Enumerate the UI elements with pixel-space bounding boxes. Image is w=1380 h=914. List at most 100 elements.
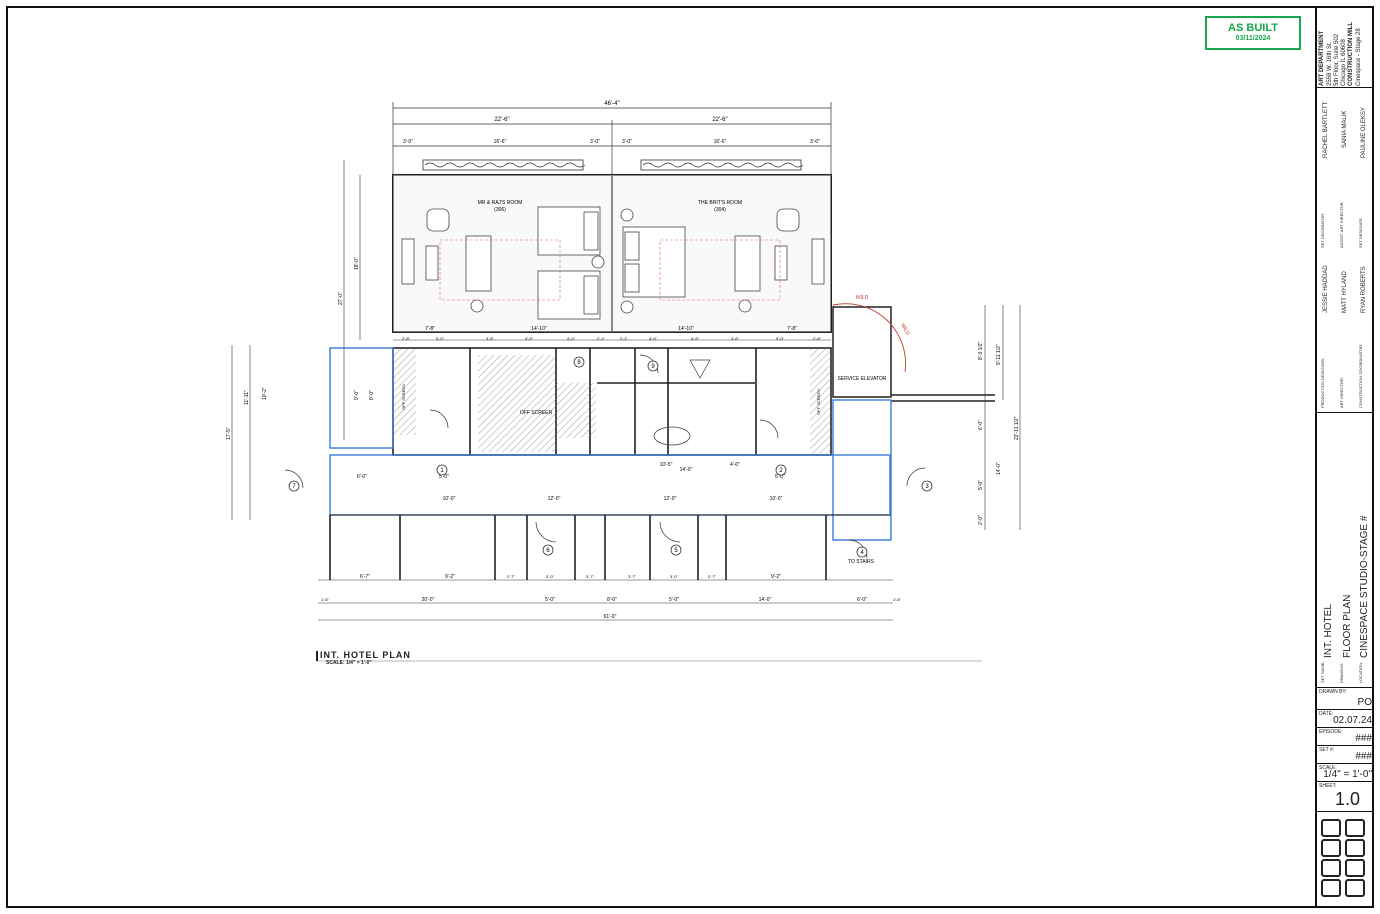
plan-title: INT. HOTEL PLAN: [320, 650, 411, 660]
plan-scale: SCALE: 1/4" = 1'-0": [326, 660, 372, 666]
tb-set-name-label: SET NAME:: [1320, 661, 1325, 684]
dim-left-e: 11'-11": [244, 390, 250, 405]
dim-left-d: 17'-5": [226, 427, 232, 440]
dim-right-a: 8'-3 1/2": [978, 341, 984, 360]
dim-mid-m: 4'-9": [691, 336, 700, 341]
tb-address-2: 5th Floor, Suite 502: [1334, 33, 1340, 86]
tb-drawing-label: DRAWING:: [1339, 662, 1344, 683]
tb-sheet-cell: SHEET: 1.0: [1317, 782, 1374, 812]
tb-drawn-by: PO: [1357, 697, 1372, 708]
dim-corr-i: 14'-0": [680, 467, 693, 473]
wild-label-side: WILD: [899, 323, 911, 337]
dim-corr-g: 6'-0": [357, 474, 367, 480]
dim-bot-k: 20'-0": [422, 597, 435, 603]
dim-bot-j: 1'-6": [321, 597, 330, 602]
room-right-number: (304): [714, 207, 726, 213]
dim-corr-j: 4'-0": [730, 462, 740, 468]
dim-bot-n: 5'-0": [669, 597, 679, 603]
dim-right-c: 22'-11 1/2": [1014, 416, 1020, 440]
wild-label-top: WILD: [856, 295, 869, 301]
dim-left-b: 18'-0": [354, 257, 360, 270]
off-screen-left: OFF SCREEN: [401, 384, 406, 410]
dim-overall-width: 46'-4": [604, 101, 619, 107]
off-screen-center: OFF SCREEN: [520, 410, 553, 416]
dim-mid-b: 14'-10": [531, 326, 547, 332]
tb-role-assist-art-director: ASSIST. ART DIRECTOR:: [1339, 201, 1344, 248]
tb-set-label: SET #:: [1319, 747, 1335, 753]
tb-drawn-by-label: DRAWN BY:: [1319, 689, 1347, 695]
dim-bot-c: 2'-7": [507, 574, 516, 579]
dim-mid-h: 4'-9": [525, 336, 534, 341]
dim-window-left-a: 3'-0": [403, 139, 413, 145]
dim-bot-e: 3'-7": [586, 574, 595, 579]
tb-drawn-by-cell: DRAWN BY: PO: [1317, 688, 1374, 710]
tb-drawing: FLOOR PLAN: [1342, 594, 1353, 658]
tb-sheet-label: SHEET:: [1319, 783, 1337, 789]
dim-window-left-b: 16'-6": [494, 139, 507, 145]
dim-right-e: 14'-0": [996, 462, 1002, 475]
tb-people-cell: SET DECORATOR: RACHEL BARTLETT ASSIST. A…: [1317, 88, 1374, 413]
tb-set: ###: [1355, 751, 1372, 762]
dim-mid-a: 7'-8": [425, 326, 435, 332]
tb-date-cell: DATE: 02.07.24: [1317, 710, 1374, 728]
room-left-number: (306): [494, 207, 506, 213]
dim-mid-n: 3'-6": [731, 336, 740, 341]
tb-address-1: 2558 W. 16th St.: [1327, 41, 1333, 86]
tb-role-art-director: ART DIRECTOR:: [1339, 377, 1344, 408]
tb-stage: Cinespace - Stage 28: [1356, 28, 1362, 86]
dim-corr-a: 10'-0": [443, 496, 456, 502]
dim-mid-f: 5'-0": [436, 336, 445, 341]
dim-mid-j: 2'-1": [597, 336, 606, 341]
dim-bot-l: 5'-0": [545, 597, 555, 603]
dim-right-room-width: 22'-6": [712, 117, 727, 123]
tb-sheet: 1.0: [1334, 789, 1360, 809]
dim-bot-total: 61'-0": [604, 614, 617, 620]
dim-bot-m: 8'-0": [607, 597, 617, 603]
title-block: ART DEPARTMENT 2558 W. 16th St. 5th Floo…: [1315, 8, 1374, 906]
tb-location-label: LOCATION:: [1358, 661, 1363, 683]
dim-corr-d: 10'-0": [770, 496, 783, 502]
tb-set-cell: SET #: ###: [1317, 746, 1374, 764]
tb-set-name: INT. HOTEL: [1323, 604, 1334, 658]
dim-window-left-c: 3'-0": [590, 139, 600, 145]
dim-left-f: 10'-2": [262, 387, 268, 400]
dim-left-room-width: 22'-6": [494, 117, 509, 123]
dim-bot-f: 3'-7": [628, 574, 637, 579]
dim-corr-c: 12'-0": [664, 496, 677, 502]
tb-episode-label: EPISODE:: [1319, 729, 1343, 735]
tb-role-construction-coordinator: CONSTRUCTION COORDINATOR:: [1358, 343, 1363, 408]
dim-mid-p: 2'-8": [813, 336, 822, 341]
tb-name-set-designer: PAULINE OLEKSY: [1361, 107, 1367, 158]
tb-address-3: Chicago IL 60608: [1341, 39, 1347, 86]
dim-bot-d: 3'-0": [546, 574, 555, 579]
dim-bot-b: 9'-2": [445, 574, 455, 580]
dim-bot-p: 6'-0": [857, 597, 867, 603]
tb-department-cell: ART DEPARTMENT 2558 W. 16th St. 5th Floo…: [1317, 8, 1374, 88]
dim-right-b: 9'-11 1/2": [996, 344, 1002, 365]
tb-department: ART DEPARTMENT: [1319, 30, 1325, 86]
floor-plan-drawing: 46'-4" 22'-6" 22'-6" 3'-0" 16'-6" 3'-0" …: [226, 101, 1021, 662]
tb-episode: ###: [1355, 733, 1372, 744]
dim-corr-h: 10'-5": [660, 462, 673, 468]
dim-bot-q: 1'-6": [893, 597, 902, 602]
dim-mid-c: 14'-10": [678, 326, 694, 332]
dim-bot-o: 14'-0": [759, 597, 772, 603]
tb-name-art-director: MATT HYLAND: [1342, 271, 1348, 313]
tb-role-set-designer: SET DESIGNER: [1358, 218, 1363, 248]
tb-episode-cell: EPISODE: ###: [1317, 728, 1374, 746]
dim-right-d: 6'-0": [978, 420, 984, 430]
dim-right-f: 5'-0": [978, 480, 984, 490]
tb-set-info-cell: SET NAME: INT. HOTEL DRAWING: FLOOR PLAN…: [1317, 413, 1374, 688]
dim-right-g: 2'-0": [978, 515, 984, 525]
tb-scale: 1/4" = 1'-0": [1323, 769, 1372, 780]
tb-role-set-decorator: SET DECORATOR:: [1320, 212, 1325, 248]
dim-bot-i: 9'-2": [771, 574, 781, 580]
tb-company: CONSTRUCTION MILL: [1348, 22, 1354, 86]
dim-window-right-b: 16'-6": [714, 139, 727, 145]
to-stairs-label: TO STAIRS: [848, 559, 875, 565]
room-right-label: THE BRIT'S ROOM: [698, 200, 742, 206]
tb-location: CINESPACE STUDIO-STAGE #: [1359, 515, 1370, 658]
dim-bot-a: 6'-7": [360, 574, 370, 580]
dim-window-right-c: 3'-0": [810, 139, 820, 145]
dim-mid-k: 2'-1": [620, 336, 629, 341]
